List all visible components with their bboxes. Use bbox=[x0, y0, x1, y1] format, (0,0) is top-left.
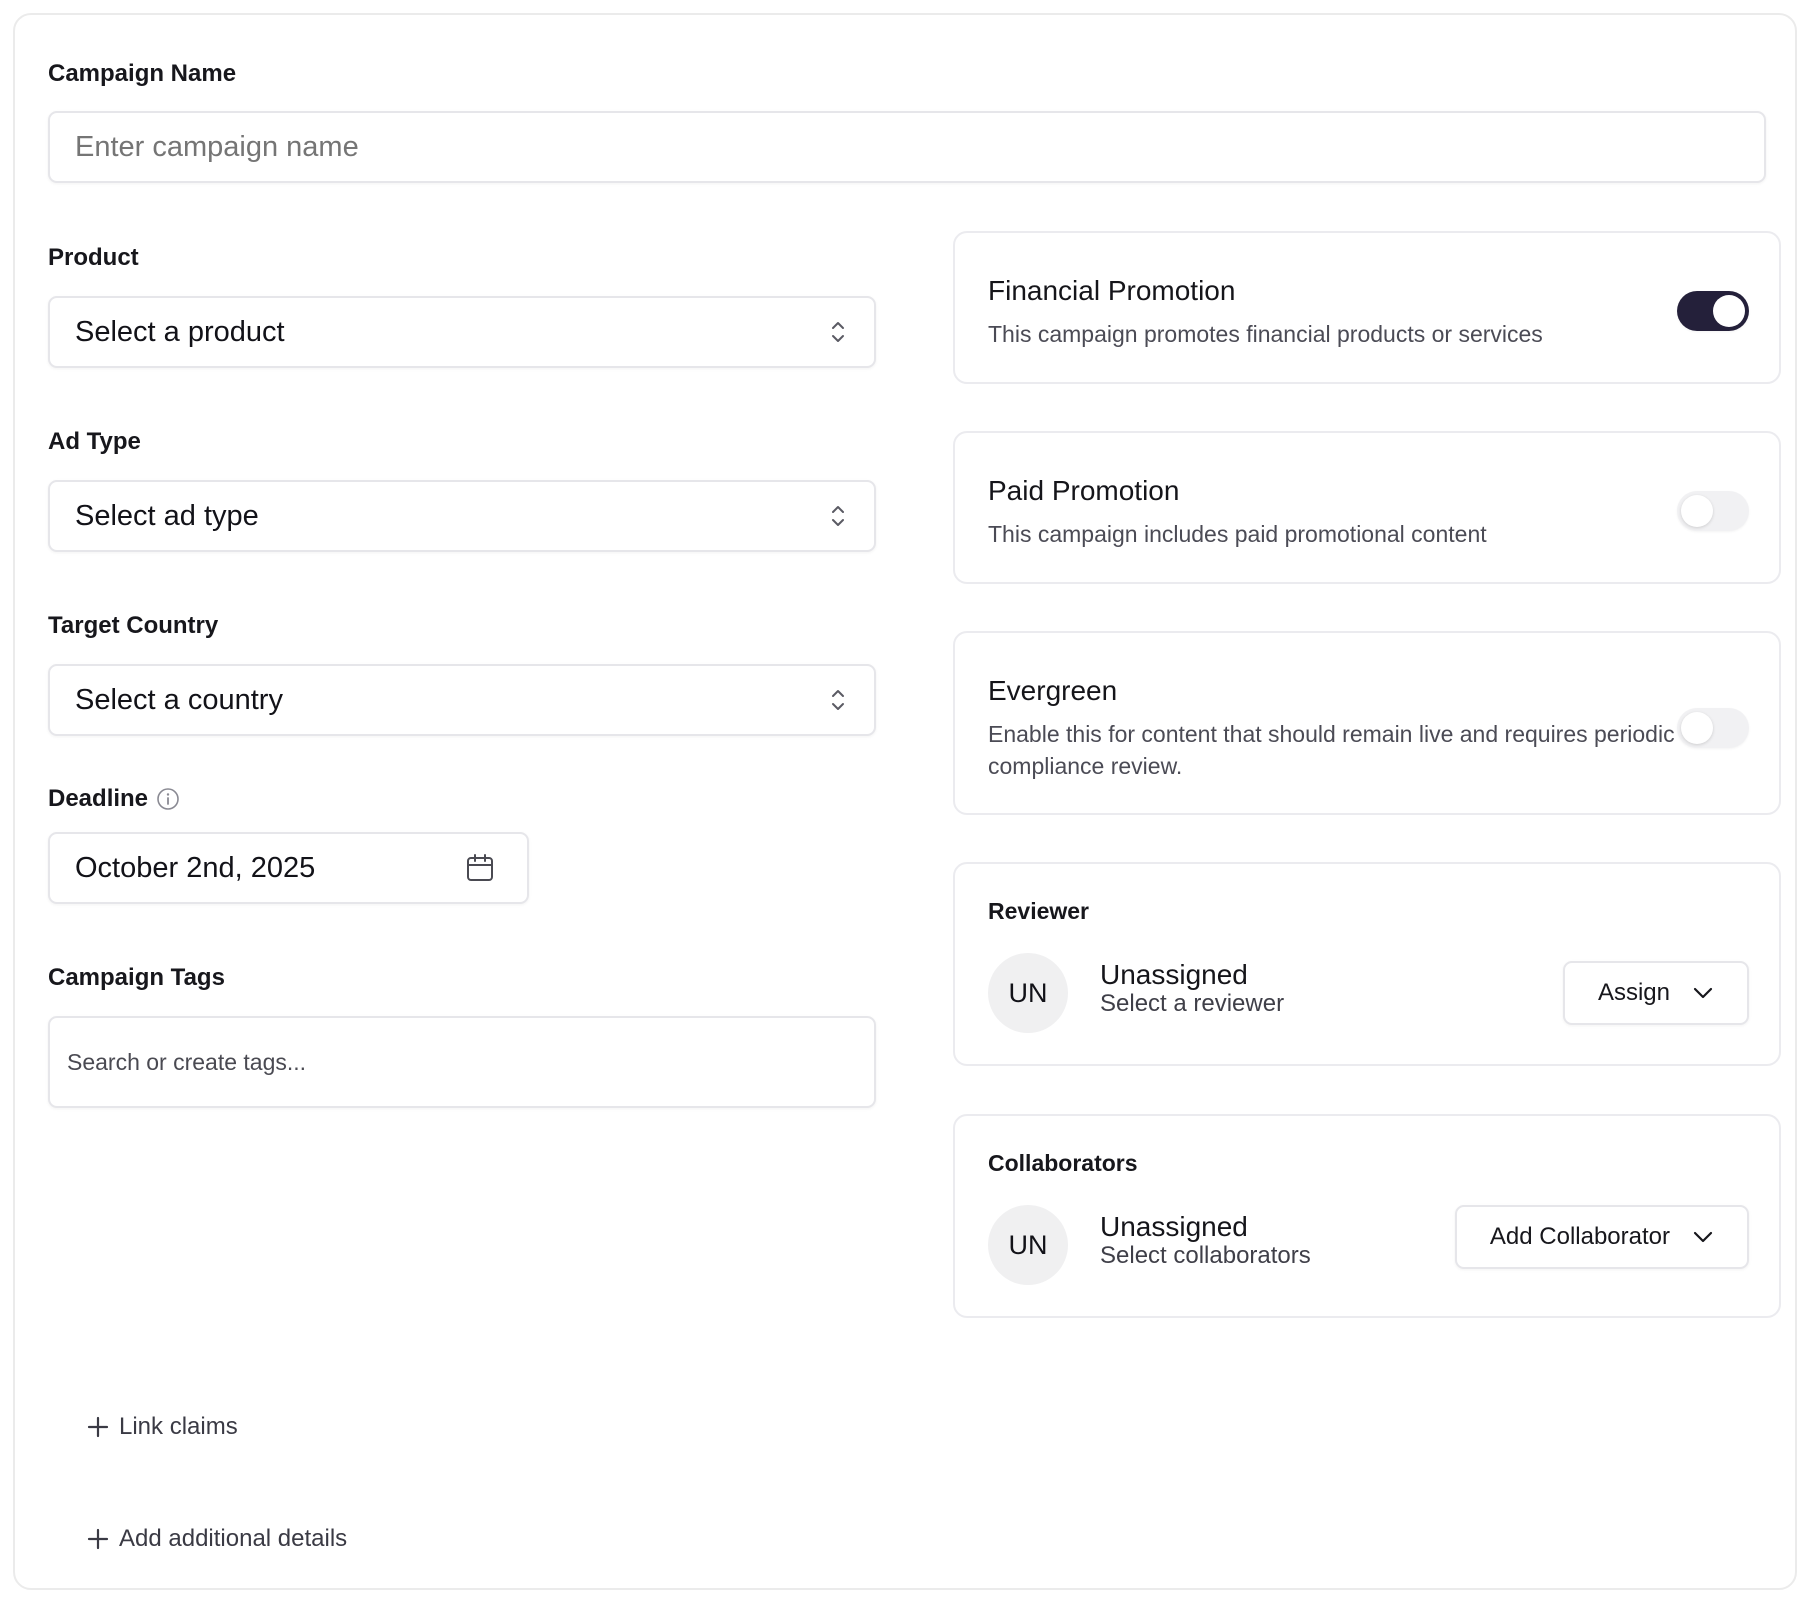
toggle-knob bbox=[1713, 295, 1745, 327]
deadline-label-row: Deadline bbox=[48, 785, 180, 813]
target-country-label: Target Country bbox=[48, 612, 219, 639]
campaign-tags-placeholder: Search or create tags... bbox=[67, 1048, 307, 1075]
campaign-form-panel: Campaign Name Product Select a product A… bbox=[13, 13, 1797, 1590]
evergreen-description: Enable this for content that should rema… bbox=[988, 721, 1675, 779]
target-country-select[interactable]: Select a country bbox=[48, 664, 876, 736]
add-additional-details-button[interactable]: Add additional details bbox=[87, 1525, 347, 1553]
paid-promotion-toggle[interactable] bbox=[1677, 491, 1749, 531]
product-select-value: Select a product bbox=[75, 315, 285, 348]
evergreen-card: Evergreen Enable this for content that s… bbox=[953, 631, 1781, 815]
chevron-up-down-icon bbox=[832, 322, 844, 342]
paid-promotion-description: This campaign includes paid promotional … bbox=[988, 521, 1487, 547]
assign-reviewer-button[interactable]: Assign bbox=[1562, 961, 1749, 1025]
target-country-select-value: Select a country bbox=[75, 683, 283, 716]
link-claims-label: Link claims bbox=[119, 1413, 238, 1440]
avatar: UN bbox=[988, 1205, 1068, 1285]
chevron-down-icon bbox=[1693, 987, 1713, 999]
evergreen-toggle[interactable] bbox=[1677, 708, 1749, 748]
collaborators-label: Collaborators bbox=[988, 1150, 1138, 1176]
reviewer-subtitle: Select a reviewer bbox=[1100, 990, 1285, 1017]
assign-button-label: Assign bbox=[1597, 979, 1670, 1006]
ad-type-label: Ad Type bbox=[48, 428, 141, 455]
ad-type-select[interactable]: Select ad type bbox=[48, 480, 876, 552]
reviewer-label: Reviewer bbox=[988, 898, 1090, 924]
plus-icon bbox=[87, 1416, 109, 1438]
reviewer-name: Unassigned bbox=[1100, 959, 1248, 990]
product-label: Product bbox=[48, 244, 139, 271]
paid-promotion-card: Paid Promotion This campaign includes pa… bbox=[953, 431, 1781, 584]
chevron-up-down-icon bbox=[832, 690, 844, 710]
calendar-icon[interactable] bbox=[465, 853, 495, 883]
deadline-label: Deadline bbox=[48, 785, 149, 812]
campaign-tags-label: Campaign Tags bbox=[48, 964, 225, 991]
ad-type-select-value: Select ad type bbox=[75, 499, 259, 532]
financial-promotion-description: This campaign promotes financial product… bbox=[988, 321, 1543, 347]
info-icon[interactable] bbox=[156, 787, 180, 811]
add-collaborator-button-label: Add Collaborator bbox=[1489, 1223, 1670, 1250]
campaign-name-label: Campaign Name bbox=[48, 60, 237, 87]
campaign-tags-input[interactable]: Search or create tags... bbox=[48, 1016, 876, 1108]
plus-icon bbox=[87, 1528, 109, 1550]
financial-promotion-card: Financial Promotion This campaign promot… bbox=[953, 231, 1781, 384]
toggle-knob bbox=[1681, 712, 1713, 744]
toggle-knob bbox=[1681, 495, 1713, 527]
product-select[interactable]: Select a product bbox=[48, 296, 876, 368]
reviewer-card: Reviewer UN Unassigned Select a reviewer… bbox=[953, 862, 1781, 1066]
chevron-down-icon bbox=[1693, 1231, 1713, 1243]
add-collaborator-button[interactable]: Add Collaborator bbox=[1454, 1205, 1749, 1269]
add-additional-details-label: Add additional details bbox=[119, 1525, 348, 1552]
collaborators-name: Unassigned bbox=[1100, 1211, 1248, 1242]
financial-promotion-title: Financial Promotion bbox=[988, 275, 1236, 306]
paid-promotion-title: Paid Promotion bbox=[988, 475, 1180, 506]
avatar: UN bbox=[988, 953, 1068, 1033]
deadline-date-picker[interactable]: October 2nd, 2025 bbox=[48, 832, 529, 904]
link-claims-button[interactable]: Link claims bbox=[87, 1413, 238, 1441]
collaborators-subtitle: Select collaborators bbox=[1100, 1242, 1311, 1269]
deadline-date-value: October 2nd, 2025 bbox=[75, 851, 316, 884]
evergreen-title: Evergreen bbox=[988, 675, 1118, 706]
campaign-name-input[interactable] bbox=[48, 111, 1766, 183]
chevron-up-down-icon bbox=[832, 506, 844, 526]
financial-promotion-toggle[interactable] bbox=[1677, 291, 1749, 331]
collaborators-card: Collaborators UN Unassigned Select colla… bbox=[953, 1114, 1781, 1318]
